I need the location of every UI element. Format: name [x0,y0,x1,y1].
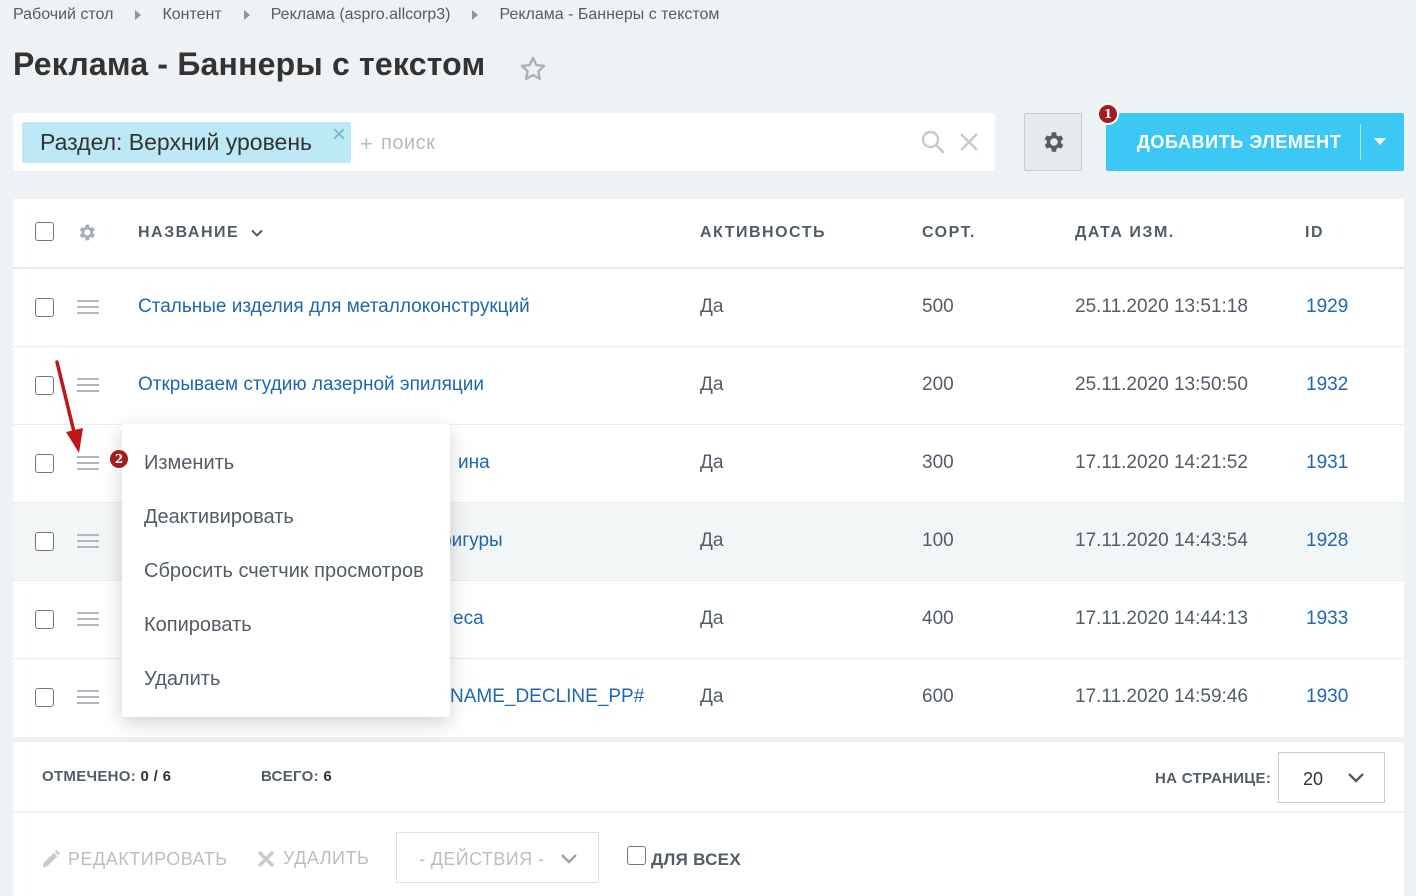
filter-add-icon[interactable]: + [360,131,373,157]
annotation-arrow-icon [55,360,83,453]
row-date: 25.11.2020 13:51:18 [1075,296,1248,317]
per-page-label: НА СТРАНИЦЕ: [1155,770,1272,787]
grid-header: НАЗВАНИЕ АКТИВНОСТЬ СОРТ. ДАТА ИЗМ. ID [13,199,1404,269]
menu-item-delete[interactable]: Удалить [144,668,220,691]
add-element-label: ДОБАВИТЬ ЭЛЕМЕНТ [1137,132,1342,152]
row-id-link[interactable]: 1930 [1306,686,1348,708]
breadcrumb-separator-icon [243,10,250,20]
row-date: 17.11.2020 14:44:13 [1075,608,1248,629]
close-icon[interactable] [957,130,981,154]
page-title: Реклама - Баннеры с текстом [13,46,486,82]
add-element-divider [1360,124,1361,160]
row-sort: 100 [922,530,954,551]
column-settings-gear-icon[interactable] [76,222,97,243]
row-sort: 600 [922,686,954,707]
delete-button[interactable]: УДАЛИТЬ [257,848,369,869]
row-active: Да [700,608,724,629]
filter-tag-section[interactable]: Раздел: Верхний уровень [22,122,351,163]
select-all-checkbox[interactable] [35,222,54,241]
row-active: Да [700,452,724,473]
column-header-date[interactable]: ДАТА ИЗМ. [1075,224,1175,242]
breadcrumb: Рабочий стол Контент Реклама (aspro.allc… [13,6,719,24]
actions-select[interactable]: - ДЕЙСТВИЯ - [396,832,599,883]
row-active: Да [700,530,724,551]
row-name-link[interactable]: Открываем студию лазерной эпиляции [138,374,484,396]
chevron-down-icon [561,854,577,864]
sort-chevron-down-icon [251,229,263,237]
add-element-button[interactable]: ДОБАВИТЬ ЭЛЕМЕНТ [1106,113,1404,171]
gear-icon [1044,132,1064,152]
row-sort: 300 [922,452,954,473]
row-menu-icon[interactable] [77,611,99,627]
table-row[interactable]: Стальные изделия для металлоконструкций … [13,269,1404,347]
search-input[interactable]: поиск [381,132,435,155]
column-header-name[interactable]: НАЗВАНИЕ [138,224,263,242]
row-id-link[interactable]: 1929 [1306,296,1348,318]
row-id-link[interactable]: 1933 [1306,608,1348,630]
breadcrumb-separator-icon [472,10,479,20]
grid-footer: ОТМЕЧЕНО: 0 / 6 ВСЕГО: 6 НА СТРАНИЦЕ: 20 [13,741,1404,811]
filter-tag-label: Раздел: Верхний уровень [40,129,313,155]
step-badge-1: 1 [1097,103,1119,125]
filter-tag-remove-icon[interactable]: × [329,121,349,149]
row-sort: 200 [922,374,954,395]
row-menu-icon[interactable] [77,689,99,705]
search-icon[interactable] [920,129,946,155]
for-all-label: ДЛЯ ВСЕХ [651,850,741,869]
group-action-bar: РЕДАКТИРОВАТЬ УДАЛИТЬ - ДЕЙСТВИЯ - ДЛЯ В… [13,813,1404,896]
table-row[interactable]: Открываем студию лазерной эпиляции Да 20… [13,347,1404,425]
filter-search-bar[interactable]: Раздел: Верхний уровень × + поиск [13,113,995,171]
row-name-link[interactable]: Стальные изделия для металлоконструкций [138,296,530,318]
menu-item-copy[interactable]: Копировать [144,614,252,637]
row-active: Да [700,374,724,395]
step-badge-2: 2 [108,448,130,470]
column-header-sort[interactable]: СОРТ. [922,224,976,242]
chevron-down-icon[interactable] [1374,138,1386,145]
chevron-down-icon [1348,773,1364,783]
menu-item-reset-views[interactable]: Сбросить счетчик просмотров [144,560,424,583]
menu-item-edit[interactable]: Изменить [144,452,234,475]
column-header-active[interactable]: АКТИВНОСТЬ [700,224,826,242]
breadcrumb-desktop[interactable]: Рабочий стол [13,6,113,24]
row-date: 25.11.2020 13:50:50 [1075,374,1248,395]
close-icon [257,850,275,867]
selected-count: ОТМЕЧЕНО: 0 / 6 [42,768,172,785]
row-id-link[interactable]: 1932 [1306,374,1348,396]
edit-button[interactable]: РЕДАКТИРОВАТЬ [40,848,228,870]
column-header-id[interactable]: ID [1305,224,1324,242]
total-count: ВСЕГО: 6 [261,768,332,785]
row-checkbox[interactable] [35,610,54,629]
row-checkbox[interactable] [35,298,54,317]
actions-select-value: - ДЕЙСТВИЯ - [419,849,545,869]
breadcrumb-separator-icon [135,10,142,20]
row-menu-icon[interactable] [77,299,99,315]
row-name-link[interactable]: ина [458,452,490,474]
row-name-link[interactable]: NAME_DECLINE_PP# [450,686,644,708]
breadcrumb-content[interactable]: Контент [162,6,221,24]
row-sort: 500 [922,296,954,317]
row-id-link[interactable]: 1928 [1306,530,1348,552]
star-icon[interactable] [519,55,547,83]
row-id-link[interactable]: 1931 [1306,452,1348,474]
row-date: 17.11.2020 14:21:52 [1075,452,1248,473]
pencil-icon [42,849,61,868]
for-all-checkbox[interactable] [627,846,646,865]
row-date: 17.11.2020 14:59:46 [1075,686,1248,707]
per-page-select[interactable]: 20 [1278,752,1385,803]
breadcrumb-ads[interactable]: Реклама (aspro.allcorp3) [271,6,451,24]
menu-item-deactivate[interactable]: Деактивировать [144,506,294,529]
row-sort: 400 [922,608,954,629]
settings-button[interactable] [1024,113,1082,171]
per-page-value: 20 [1303,769,1324,789]
row-active: Да [700,296,724,317]
row-active: Да [700,686,724,707]
breadcrumb-current[interactable]: Реклама - Баннеры с текстом [499,6,719,24]
row-checkbox[interactable] [35,688,54,707]
row-checkbox[interactable] [35,532,54,551]
row-context-menu: Изменить Деактивировать Сбросить счетчик… [122,424,450,717]
row-menu-icon[interactable] [77,533,99,549]
row-name-link[interactable]: еса [453,608,484,630]
row-date: 17.11.2020 14:43:54 [1075,530,1248,551]
